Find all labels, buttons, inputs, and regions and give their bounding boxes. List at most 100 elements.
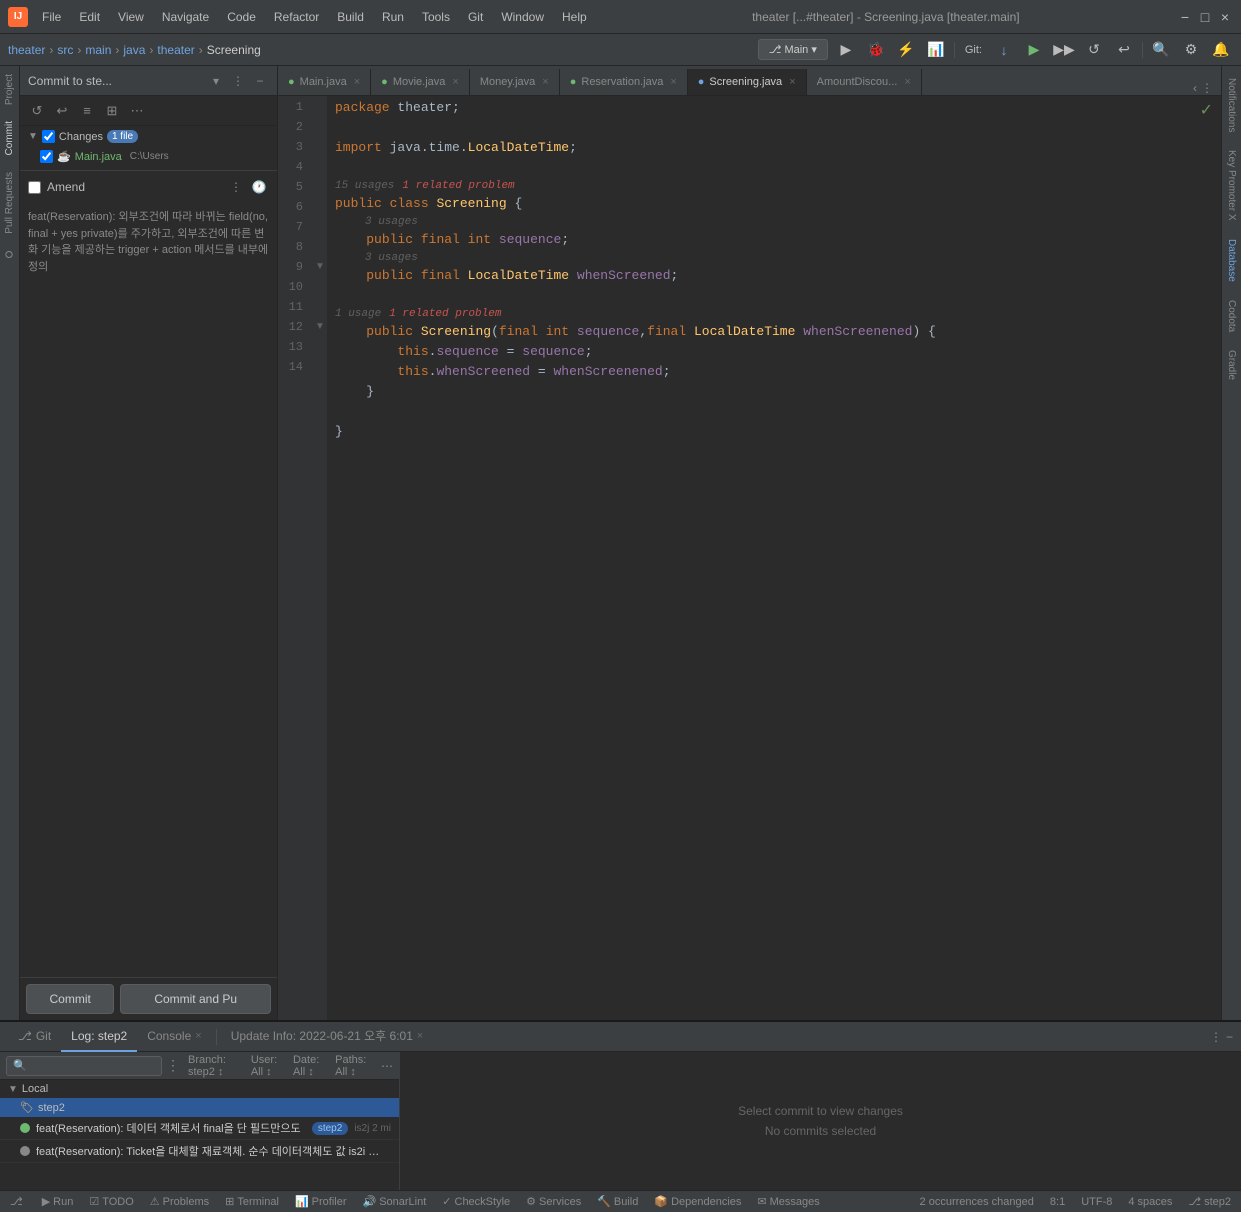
commit-item-1[interactable]: feat(Reservation): 데이터 객체로서 final을 단 필드만… [0, 1117, 399, 1140]
commit-item-2[interactable]: feat(Reservation): Ticket을 대체할 재료객체. 순수 … [0, 1140, 399, 1163]
menu-help[interactable]: Help [554, 6, 595, 28]
menu-tools[interactable]: Tools [414, 6, 458, 28]
tab-reservation-java[interactable]: ● Reservation.java × [560, 69, 688, 95]
tab-log-step2[interactable]: Log: step2 [61, 1022, 137, 1052]
breadcrumb-java[interactable]: java [123, 43, 145, 57]
git-filter-options[interactable]: ⋮ [166, 1057, 180, 1074]
menu-refactor[interactable]: Refactor [266, 6, 327, 28]
tab-console[interactable]: Console × [137, 1022, 211, 1052]
breadcrumb-theater2[interactable]: theater [157, 43, 194, 57]
tab-git[interactable]: ⎇ Git [8, 1022, 61, 1052]
tab-close-btn[interactable]: × [904, 76, 910, 88]
status-run-btn[interactable]: ▶ Run [38, 1191, 78, 1212]
commit-message-area[interactable]: feat(Reservation): 외부조건에 따라 바뀌는 field(no… [20, 203, 277, 977]
menu-code[interactable]: Code [219, 6, 264, 28]
commit-button[interactable]: Commit [26, 984, 114, 1014]
coverage-btn[interactable]: ⚡ [894, 38, 918, 62]
toolwindow-notifications[interactable]: Notifications [1224, 70, 1239, 140]
changes-checkbox[interactable] [42, 130, 55, 143]
status-messages-btn[interactable]: ✉ Messages [753, 1191, 823, 1212]
file-item[interactable]: ☕ Main.java C:\Users [20, 147, 277, 166]
status-services-btn[interactable]: ⚙ Services [522, 1191, 585, 1212]
toolwindow-commit[interactable]: Commit [2, 113, 17, 163]
git-push-btn[interactable]: ▶ [1022, 38, 1046, 62]
tab-scroll-left[interactable]: ‹ [1193, 81, 1197, 95]
commit-push-button[interactable]: Commit and Pu [120, 984, 271, 1014]
tab-main-java[interactable]: ● Main.java × [278, 69, 371, 95]
status-line-col[interactable]: 8:1 [1046, 1191, 1069, 1212]
commit-panel-minimize[interactable]: − [251, 72, 269, 90]
status-profiler-btn[interactable]: 📊 Profiler [291, 1191, 351, 1212]
breadcrumb-main[interactable]: main [85, 43, 111, 57]
status-build-btn[interactable]: 🔨 Build [593, 1191, 642, 1212]
toolwindow-gradle[interactable]: Gradle [1224, 342, 1239, 388]
run-config-btn[interactable]: ▶ [834, 38, 858, 62]
menu-window[interactable]: Window [493, 6, 552, 28]
step2-branch[interactable]: 🏷 step2 [0, 1098, 399, 1117]
local-section[interactable]: ▼ Local [0, 1080, 399, 1098]
code-content[interactable]: package theater; import java.time.LocalD… [327, 96, 1221, 1020]
menu-build[interactable]: Build [329, 6, 372, 28]
status-git-btn[interactable]: ⎇ [6, 1191, 30, 1212]
menu-view[interactable]: View [110, 6, 152, 28]
tab-update-info[interactable]: Update Info: 2022-06-21 오후 6:01 × [221, 1022, 434, 1052]
status-checkstyle-btn[interactable]: ✓ CheckStyle [438, 1191, 514, 1212]
tab-amount-discount[interactable]: AmountDiscou... × [807, 69, 922, 95]
tab-scroll-right[interactable]: ⋮ [1201, 81, 1213, 95]
breadcrumb-theater[interactable]: theater [8, 43, 45, 57]
menu-navigate[interactable]: Navigate [154, 6, 217, 28]
status-sonarlint-btn[interactable]: 🔊 SonarLint [358, 1191, 430, 1212]
console-close-btn[interactable]: × [195, 1030, 201, 1042]
paths-filter[interactable]: Paths: All ↕ [335, 1054, 377, 1078]
status-terminal-btn[interactable]: ⊞ Terminal [221, 1191, 283, 1212]
minimize-btn[interactable]: − [1177, 9, 1193, 25]
git-fetch-btn[interactable]: ↓ [992, 38, 1016, 62]
toolwindow-github[interactable]: ⭘ [2, 241, 18, 267]
toolwindow-codota[interactable]: Codota [1224, 292, 1239, 340]
git-rollback-btn[interactable]: ↩ [1112, 38, 1136, 62]
tab-screening-java[interactable]: ● Screening.java × [688, 69, 807, 95]
user-filter[interactable]: User: All ↕ [251, 1054, 289, 1078]
toolwindow-pull-requests[interactable]: Pull Requests [2, 164, 17, 242]
bottom-minimize-btn[interactable]: − [1226, 1030, 1233, 1044]
status-encoding[interactable]: UTF-8 [1077, 1191, 1116, 1212]
branch-selector[interactable]: ⎇ Main ▾ [758, 39, 828, 60]
rollback-btn[interactable]: ↩ [51, 100, 73, 122]
notifications-btn[interactable]: 🔔 [1209, 38, 1233, 62]
tab-close-btn[interactable]: × [452, 76, 458, 88]
changes-section[interactable]: ▼ Changes 1 file [20, 126, 277, 147]
toolwindow-key-promoter[interactable]: Key Promoter X [1224, 142, 1239, 229]
tab-close-btn[interactable]: × [542, 76, 548, 88]
date-filter[interactable]: Date: All ↕ [293, 1054, 331, 1078]
close-btn[interactable]: × [1217, 9, 1233, 25]
commit-options-btn[interactable]: ⋮ [229, 72, 247, 90]
toolwindow-database[interactable]: Database [1224, 231, 1239, 290]
filter-btn[interactable]: ⋯ [126, 100, 148, 122]
update-close-btn[interactable]: × [417, 1030, 423, 1042]
status-indent[interactable]: 4 spaces [1124, 1191, 1176, 1212]
tab-close-btn[interactable]: × [789, 76, 795, 88]
expand-btn[interactable]: ⊞ [101, 100, 123, 122]
tab-close-btn[interactable]: × [670, 76, 676, 88]
tab-movie-java[interactable]: ● Movie.java × [371, 69, 470, 95]
git-update-btn[interactable]: ↺ [1082, 38, 1106, 62]
breadcrumb-screening[interactable]: Screening [207, 43, 261, 57]
git-run-btn[interactable]: ▶▶ [1052, 38, 1076, 62]
more-filters-btn[interactable]: ⋯ [381, 1059, 393, 1073]
settings-btn[interactable]: ⚙ [1179, 38, 1203, 62]
tab-close-btn[interactable]: × [354, 76, 360, 88]
profile-btn[interactable]: 📊 [924, 38, 948, 62]
breadcrumb-src[interactable]: src [57, 43, 73, 57]
amend-checkbox[interactable] [28, 181, 41, 194]
commit-branch-expand[interactable]: ▾ [207, 72, 225, 90]
maximize-btn[interactable]: □ [1197, 9, 1213, 25]
menu-edit[interactable]: Edit [71, 6, 108, 28]
amend-history-btn[interactable]: 🕐 [249, 177, 269, 197]
show-diff-btn[interactable]: ≡ [76, 100, 98, 122]
bottom-options-btn[interactable]: ⋮ [1210, 1030, 1222, 1044]
menu-file[interactable]: File [34, 6, 69, 28]
status-branch[interactable]: ⎇ step2 [1184, 1191, 1235, 1212]
search-everywhere-btn[interactable]: 🔍 [1149, 38, 1173, 62]
status-todo-btn[interactable]: ☑ TODO [85, 1191, 137, 1212]
amend-options-btn[interactable]: ⋮ [226, 177, 246, 197]
